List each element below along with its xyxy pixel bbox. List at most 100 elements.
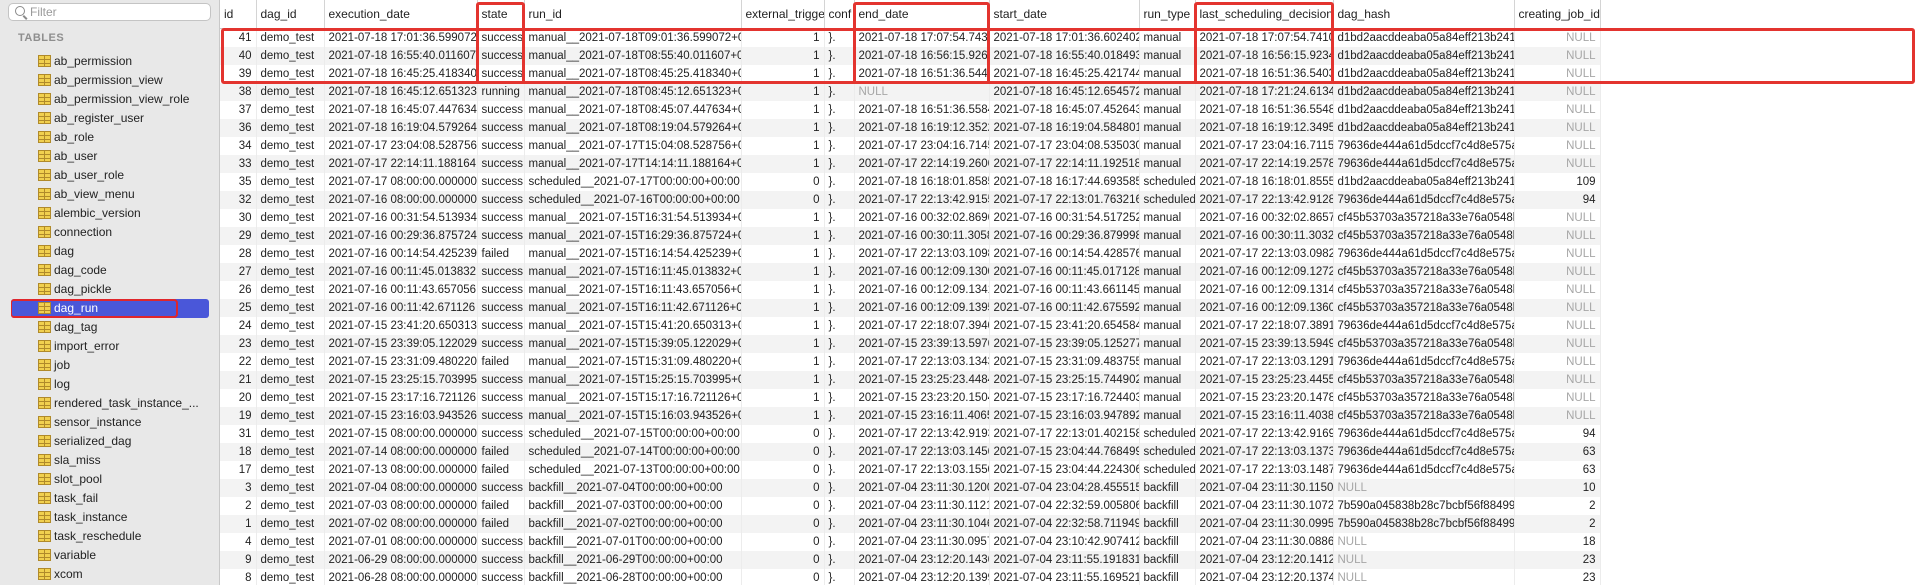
- cell-execution-date[interactable]: 2021-07-04 08:00:00.000000: [324, 479, 478, 497]
- cell-start-date[interactable]: 2021-07-18 16:17:44.693585: [989, 173, 1140, 191]
- cell-id[interactable]: 18: [220, 443, 257, 461]
- column-header-conf[interactable]: conf: [824, 0, 855, 29]
- cell-run-id[interactable]: scheduled__2021-07-15T00:00:00+00:00: [524, 425, 742, 443]
- cell-dag-hash[interactable]: d1bd2aacddeaba05a84eff213b2411ee: [1333, 65, 1515, 83]
- cell-external-trigger[interactable]: 0: [741, 443, 825, 461]
- cell-external-trigger[interactable]: 0: [741, 461, 825, 479]
- cell-dag-id[interactable]: demo_test: [256, 281, 325, 299]
- table-row[interactable]: 25 demo_test 2021-07-16 00:11:42.671126 suc…: [220, 299, 1601, 317]
- cell-end-date[interactable]: 2021-07-18 16:18:01.858518: [854, 173, 990, 191]
- cell-conf[interactable]: }.: [824, 137, 855, 155]
- cell-state[interactable]: failed: [477, 461, 525, 479]
- cell-state[interactable]: success: [477, 281, 525, 299]
- cell-execution-date[interactable]: 2021-07-16 00:29:36.875724: [324, 227, 478, 245]
- cell-conf[interactable]: }.: [824, 173, 855, 191]
- cell-end-date[interactable]: 2021-07-04 23:11:30.112181: [854, 497, 990, 515]
- cell-creating-job-id[interactable]: 109: [1514, 173, 1601, 191]
- cell-external-trigger[interactable]: 0: [741, 569, 825, 585]
- cell-dag-id[interactable]: demo_test: [256, 137, 325, 155]
- cell-run-type[interactable]: manual: [1139, 407, 1196, 425]
- cell-external-trigger[interactable]: 0: [741, 497, 825, 515]
- cell-dag-hash[interactable]: 79636de444a61d5dccf7c4d8e575a1f1: [1333, 443, 1515, 461]
- cell-run-type[interactable]: manual: [1139, 317, 1196, 335]
- cell-last-scheduling-decision[interactable]: 2021-07-18 16:51:36.540386: [1195, 65, 1334, 83]
- cell-dag-hash[interactable]: cf45b53703a357218a33e76a0548b015: [1333, 299, 1515, 317]
- sidebar-table-dag[interactable]: dag: [11, 242, 209, 261]
- cell-creating-job-id[interactable]: 23: [1514, 569, 1601, 585]
- cell-external-trigger[interactable]: 1: [741, 353, 825, 371]
- cell-dag-id[interactable]: demo_test: [256, 497, 325, 515]
- sidebar-table-dag-run[interactable]: dag_run: [11, 299, 209, 318]
- cell-conf[interactable]: }.: [824, 227, 855, 245]
- cell-end-date[interactable]: NULL: [854, 83, 990, 101]
- table-row[interactable]: 39 demo_test 2021-07-18 16:45:25.418340 suc…: [220, 65, 1601, 83]
- column-header-last-scheduling-decision[interactable]: last_scheduling_decision: [1195, 0, 1334, 29]
- table-row[interactable]: 19 demo_test 2021-07-15 23:16:03.943526 suc…: [220, 407, 1601, 425]
- cell-conf[interactable]: }.: [824, 389, 855, 407]
- cell-creating-job-id[interactable]: NULL: [1514, 227, 1601, 245]
- cell-id[interactable]: 21: [220, 371, 257, 389]
- cell-state[interactable]: success: [477, 569, 525, 585]
- column-header-dag-hash[interactable]: dag_hash: [1333, 0, 1515, 29]
- cell-dag-id[interactable]: demo_test: [256, 227, 325, 245]
- cell-run-type[interactable]: manual: [1139, 137, 1196, 155]
- cell-state[interactable]: failed: [477, 245, 525, 263]
- cell-conf[interactable]: }.: [824, 551, 855, 569]
- cell-dag-hash[interactable]: cf45b53703a357218a33e76a0548b015: [1333, 263, 1515, 281]
- cell-conf[interactable]: }.: [824, 461, 855, 479]
- cell-end-date[interactable]: 2021-07-15 23:39:13.597617: [854, 335, 990, 353]
- cell-state[interactable]: success: [477, 119, 525, 137]
- cell-state[interactable]: success: [477, 191, 525, 209]
- cell-id[interactable]: 25: [220, 299, 257, 317]
- cell-external-trigger[interactable]: 0: [741, 551, 825, 569]
- sidebar-table-ab-permission[interactable]: ab_permission: [11, 52, 209, 71]
- column-header-creating-job-id[interactable]: creating_job_id: [1514, 0, 1601, 29]
- sidebar-table-task-fail[interactable]: task_fail: [11, 489, 209, 508]
- cell-creating-job-id[interactable]: NULL: [1514, 28, 1601, 47]
- cell-start-date[interactable]: 2021-07-16 00:31:54.517252: [989, 209, 1140, 227]
- cell-dag-hash[interactable]: cf45b53703a357218a33e76a0548b015: [1333, 335, 1515, 353]
- cell-run-id[interactable]: scheduled__2021-07-13T00:00:00+00:00: [524, 461, 742, 479]
- cell-end-date[interactable]: 2021-07-18 17:07:54.743900: [854, 28, 990, 47]
- cell-last-scheduling-decision[interactable]: 2021-07-17 22:18:07.389174: [1195, 317, 1334, 335]
- cell-execution-date[interactable]: 2021-07-18 16:45:07.447634: [324, 101, 478, 119]
- cell-run-type[interactable]: manual: [1139, 47, 1196, 65]
- cell-run-type[interactable]: scheduled: [1139, 443, 1196, 461]
- column-header-state[interactable]: state: [477, 0, 525, 29]
- cell-state[interactable]: success: [477, 28, 525, 47]
- cell-id[interactable]: 40: [220, 47, 257, 65]
- cell-run-id[interactable]: backfill__2021-06-29T00:00:00+00:00: [524, 551, 742, 569]
- cell-dag-hash[interactable]: d1bd2aacddeaba05a84eff213b2411ee: [1333, 28, 1515, 47]
- cell-dag-id[interactable]: demo_test: [256, 47, 325, 65]
- cell-end-date[interactable]: 2021-07-04 23:12:20.143666: [854, 551, 990, 569]
- cell-run-type[interactable]: manual: [1139, 281, 1196, 299]
- cell-external-trigger[interactable]: 1: [741, 335, 825, 353]
- cell-id[interactable]: 2: [220, 497, 257, 515]
- cell-id[interactable]: 32: [220, 191, 257, 209]
- cell-run-id[interactable]: manual__2021-07-15T15:16:03.943526+00:00: [524, 407, 742, 425]
- cell-state[interactable]: success: [477, 425, 525, 443]
- sidebar-table-connection[interactable]: connection: [11, 223, 209, 242]
- table-row[interactable]: 4 demo_test 2021-07-01 08:00:00.000000 succ…: [220, 533, 1601, 551]
- cell-end-date[interactable]: 2021-07-18 16:51:36.558411: [854, 101, 990, 119]
- cell-execution-date[interactable]: 2021-07-15 08:00:00.000000: [324, 425, 478, 443]
- cell-state[interactable]: success: [477, 479, 525, 497]
- cell-conf[interactable]: }.: [824, 515, 855, 533]
- cell-conf[interactable]: }.: [824, 443, 855, 461]
- cell-execution-date[interactable]: 2021-07-15 23:25:15.703995: [324, 371, 478, 389]
- cell-run-type[interactable]: manual: [1139, 155, 1196, 173]
- cell-run-id[interactable]: manual__2021-07-15T16:11:42.671126+00:00: [524, 299, 742, 317]
- cell-state[interactable]: running: [477, 83, 525, 101]
- cell-state[interactable]: success: [477, 47, 525, 65]
- cell-last-scheduling-decision[interactable]: 2021-07-16 00:12:09.131451: [1195, 281, 1334, 299]
- table-row[interactable]: 31 demo_test 2021-07-15 08:00:00.000000 suc…: [220, 425, 1601, 443]
- cell-dag-id[interactable]: demo_test: [256, 83, 325, 101]
- cell-dag-hash[interactable]: cf45b53703a357218a33e76a0548b015: [1333, 209, 1515, 227]
- cell-state[interactable]: success: [477, 371, 525, 389]
- cell-start-date[interactable]: 2021-07-15 23:17:16.724403: [989, 389, 1140, 407]
- cell-external-trigger[interactable]: 1: [741, 371, 825, 389]
- cell-dag-id[interactable]: demo_test: [256, 407, 325, 425]
- cell-conf[interactable]: }.: [824, 209, 855, 227]
- cell-run-type[interactable]: backfill: [1139, 479, 1196, 497]
- cell-run-type[interactable]: backfill: [1139, 515, 1196, 533]
